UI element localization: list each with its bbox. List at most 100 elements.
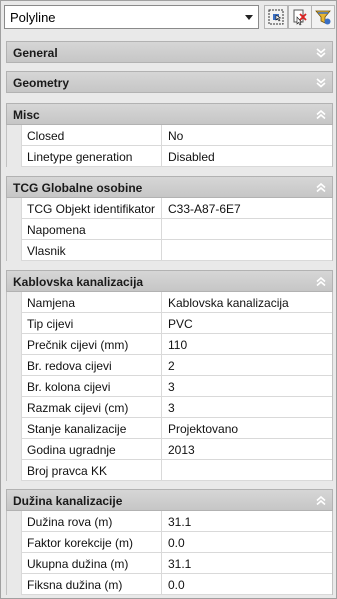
quick-select-button[interactable] [288,5,312,29]
select-objects-button[interactable] [264,5,288,29]
property-value[interactable]: 0.0 [162,532,332,553]
property-key: Br. redova cijevi [21,355,162,376]
object-type-value: Polyline [10,10,56,25]
row-gutter [7,334,21,355]
expand-double-chevron-icon[interactable] [315,77,327,89]
section-title: Kablovska kanalizacija [13,275,144,289]
collapse-double-chevron-icon[interactable] [315,495,327,507]
property-key: Tip cijevi [21,313,162,334]
properties-toolbar: Polyline [4,5,335,29]
section-header-kablovska[interactable]: Kablovska kanalizacija [6,270,333,292]
property-row-br-kolona-cijevi[interactable]: Br. kolona cijevi 3 [7,376,332,397]
property-row-vlasnik[interactable]: Vlasnik [7,240,332,261]
property-key: Godina ugradnje [21,439,162,460]
property-value[interactable]: 3 [162,397,332,418]
property-row-broj-pravca-kk[interactable]: Broj pravca KK [7,460,332,481]
property-key: Closed [21,125,162,146]
collapse-double-chevron-icon[interactable] [315,276,327,288]
property-key: Namjena [21,292,162,313]
property-row-closed[interactable]: Closed No [7,125,332,146]
properties-panel: Polyline General Geometry Misc Closed No… [0,0,337,599]
section-kablovska-kanalizacija: Kablovska kanalizacija Namjena Kablovska… [6,270,333,481]
section-header-misc[interactable]: Misc [6,103,333,125]
row-gutter [7,574,21,595]
property-value[interactable]: Projektovano [162,418,332,439]
property-row-faktor-korekcije[interactable]: Faktor korekcije (m) 0.0 [7,532,332,553]
property-value[interactable]: 31.1 [162,553,332,574]
property-row-duzina-rova[interactable]: Dužina rova (m) 31.1 [7,511,332,532]
property-row-stanje-kanalizacije[interactable]: Stanje kanalizacije Projektovano [7,418,332,439]
section-misc: Misc Closed No Linetype generation Disab… [6,103,333,167]
section-header-tcg[interactable]: TCG Globalne osobine [6,176,333,198]
property-value[interactable]: 2 [162,355,332,376]
row-gutter [7,146,21,167]
row-gutter [7,511,21,532]
chevron-down-icon[interactable] [240,6,258,28]
property-row-br-redova-cijevi[interactable]: Br. redova cijevi 2 [7,355,332,376]
property-key: Stanje kanalizacije [21,418,162,439]
property-value[interactable] [162,240,332,261]
property-key: Razmak cijevi (cm) [21,397,162,418]
section-general: General [6,41,333,63]
property-value[interactable]: 31.1 [162,511,332,532]
section-header-duzina[interactable]: Dužina kanalizacije [6,489,333,511]
quick-select-icon [293,9,307,26]
property-value[interactable]: PVC [162,313,332,334]
property-row-tip-cijevi[interactable]: Tip cijevi PVC [7,313,332,334]
row-gutter [7,553,21,574]
row-gutter [7,198,21,219]
property-row-ukupna-duzina[interactable]: Ukupna dužina (m) 31.1 [7,553,332,574]
property-value[interactable]: Kablovska kanalizacija [162,292,332,313]
property-value[interactable]: Disabled [162,146,332,167]
section-duzina-kanalizacije: Dužina kanalizacije Dužina rova (m) 31.1… [6,489,333,595]
property-key: Fiksna dužina (m) [21,574,162,595]
property-value[interactable]: 110 [162,334,332,355]
row-gutter [7,439,21,460]
section-header-general[interactable]: General [6,41,333,63]
property-key: Broj pravca KK [21,460,162,481]
row-gutter [7,313,21,334]
property-key: Linetype generation [21,146,162,167]
row-gutter [7,240,21,261]
tcg-rows: TCG Objekt identifikator C33-A87-6E7 Nap… [6,198,333,261]
row-gutter [7,355,21,376]
row-gutter [7,376,21,397]
property-value[interactable]: No [162,125,332,146]
property-row-godina-ugradnje[interactable]: Godina ugradnje 2013 [7,439,332,460]
expand-double-chevron-icon[interactable] [315,47,327,59]
kablovska-rows: Namjena Kablovska kanalizacija Tip cijev… [6,292,333,481]
property-row-napomena[interactable]: Napomena [7,219,332,240]
duzina-rows: Dužina rova (m) 31.1 Faktor korekcije (m… [6,511,333,595]
misc-rows: Closed No Linetype generation Disabled [6,125,333,167]
property-row-linetype-generation[interactable]: Linetype generation Disabled [7,146,332,167]
property-value[interactable]: 0.0 [162,574,332,595]
property-value[interactable]: C33-A87-6E7 [162,198,332,219]
property-key: Prečnik cijevi (mm) [21,334,162,355]
row-gutter [7,397,21,418]
property-row-razmak-cijevi[interactable]: Razmak cijevi (cm) 3 [7,397,332,418]
property-row-precnik-cijevi[interactable]: Prečnik cijevi (mm) 110 [7,334,332,355]
row-gutter [7,418,21,439]
object-type-dropdown[interactable]: Polyline [4,5,259,29]
row-gutter [7,219,21,240]
collapse-double-chevron-icon[interactable] [315,182,327,194]
filter-button[interactable] [311,5,335,29]
property-value[interactable]: 2013 [162,439,332,460]
row-gutter [7,125,21,146]
filter-icon [315,10,331,25]
property-value[interactable] [162,219,332,240]
section-tcg-globalne-osobine: TCG Globalne osobine TCG Objekt identifi… [6,176,333,261]
section-title: Geometry [13,76,70,90]
section-header-geometry[interactable]: Geometry [6,71,333,93]
section-title: TCG Globalne osobine [13,181,143,195]
property-row-tcg-objekt-identifikator[interactable]: TCG Objekt identifikator C33-A87-6E7 [7,198,332,219]
row-gutter [7,532,21,553]
property-row-namjena[interactable]: Namjena Kablovska kanalizacija [7,292,332,313]
property-value[interactable] [162,460,332,481]
property-value[interactable]: 3 [162,376,332,397]
row-gutter [7,292,21,313]
collapse-double-chevron-icon[interactable] [315,109,327,121]
property-key: Faktor korekcije (m) [21,532,162,553]
property-key: Br. kolona cijevi [21,376,162,397]
property-row-fiksna-duzina[interactable]: Fiksna dužina (m) 0.0 [7,574,332,595]
